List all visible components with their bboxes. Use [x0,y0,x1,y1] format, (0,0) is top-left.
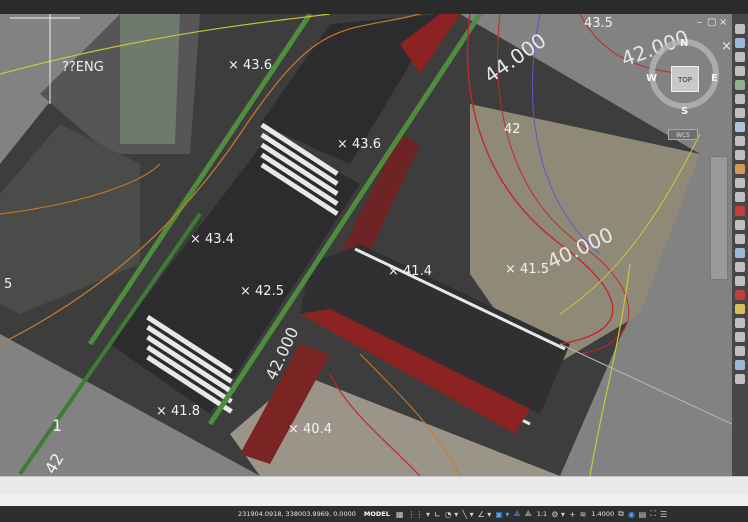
compass-east[interactable]: E [711,73,718,84]
annotation-icon[interactable]: ▣ ▾ [495,510,509,519]
edge-label: 5 [4,277,13,292]
tool-icon[interactable] [735,178,745,188]
horizontal-scrollbar[interactable] [0,476,748,494]
tool-icon[interactable] [735,136,745,146]
compass-north[interactable]: N [680,38,688,49]
tool-icon[interactable] [735,234,745,244]
coordinate-readout[interactable]: 231904.0918, 338003.9969, 0.0000 [238,510,356,518]
osnap-icon[interactable]: ╲ ▾ [462,510,473,519]
drawing-viewport[interactable]: ??ENG × 43.6 × 43.6 × 43.4 × 42.5 × 41.8… [0,14,732,476]
tool-icon[interactable] [735,276,745,286]
snap-icon[interactable]: ⋮⋮ ▾ [407,510,430,519]
status-bar: 231904.0918, 338003.9969, 0.0000 MODEL ▦… [0,506,748,522]
building-roof-2 [120,14,180,144]
tool-icon[interactable] [735,80,745,90]
tool-icon[interactable] [735,332,745,342]
restore-icon[interactable]: ▢ [707,16,716,30]
wcs-menu-button[interactable]: WCS [668,129,698,140]
tool-icon[interactable] [735,206,745,216]
ribbon-strip [0,0,748,14]
elevation-label: × 41.4 [388,264,432,279]
edge-label: 1 [52,416,63,435]
tool-icon[interactable] [735,360,745,370]
lineweight-value[interactable]: 1.4000 [591,510,614,518]
tool-icon[interactable] [735,94,745,104]
tool-icon[interactable] [735,24,745,34]
annotation-scale-icon[interactable]: ⟁ [513,509,520,519]
angle-icon[interactable]: ∠ ▾ [478,510,492,519]
drawing-canvas [0,14,732,476]
tool-icon[interactable] [735,122,745,132]
navcube-top-face[interactable]: TOP [671,66,699,92]
tool-icon[interactable] [735,192,745,202]
tool-icon[interactable] [735,262,745,272]
tool-icon[interactable] [735,108,745,118]
annotation-visibility-icon[interactable]: ⟁ [525,509,532,519]
elevation-label: × 41.5 [505,262,549,277]
navigation-bar[interactable] [710,156,728,280]
elevation-label: × 43.6 [337,137,381,152]
autocad-app: ??ENG × 43.6 × 43.6 × 43.4 × 42.5 × 41.8… [0,0,748,522]
minimize-button[interactable]: – [697,16,702,30]
grid-icon[interactable]: ▦ [396,510,404,519]
elevation-label: × 42.5 [240,284,284,299]
command-area[interactable] [0,494,748,506]
lineweight-icon[interactable]: ≋ [580,510,587,519]
tool-icon[interactable] [735,38,745,48]
tool-icon[interactable] [735,290,745,300]
elevation-label: × 40.4 [288,422,332,437]
workspace-icon[interactable]: ⚙ ▾ [551,510,565,519]
elevation-label: × 43.4 [190,232,234,247]
contour-label: 43.5 [584,16,613,31]
tool-icon[interactable] [735,66,745,76]
tool-icon[interactable] [735,346,745,356]
compass-south[interactable]: S [681,106,688,117]
hardware-accel-icon[interactable]: ◉ [628,510,635,519]
contour-label: 42 [504,122,521,137]
customize-icon[interactable]: ☰ [660,510,667,519]
tool-icon[interactable] [735,318,745,328]
model-space-toggle[interactable]: MODEL [362,510,392,518]
elevation-label: × 43.6 [228,58,272,73]
ortho-icon[interactable]: ∟ [434,510,441,519]
polar-icon[interactable]: ◔ ▾ [445,510,459,519]
compass-west[interactable]: W [646,73,657,84]
isolate-icon[interactable]: ⧉ [618,509,624,519]
fullscreen-icon[interactable]: ⛶ [650,509,656,519]
close-icon[interactable]: × [719,16,727,30]
plus-icon[interactable]: + [569,510,576,519]
tool-icon[interactable] [735,374,745,384]
tool-icon[interactable] [735,150,745,160]
tool-icon[interactable] [735,220,745,230]
tool-icon[interactable] [735,164,745,174]
scale-selector[interactable]: 1:1 [537,510,547,518]
close-icon[interactable]: × [721,40,732,54]
viewport-label[interactable]: ??ENG [62,60,104,75]
tool-icon[interactable] [735,248,745,258]
tool-icon[interactable] [735,52,745,62]
clean-screen-icon[interactable]: ▤ [639,510,647,519]
tool-icon[interactable] [735,304,745,314]
elevation-label: × 41.8 [156,404,200,419]
